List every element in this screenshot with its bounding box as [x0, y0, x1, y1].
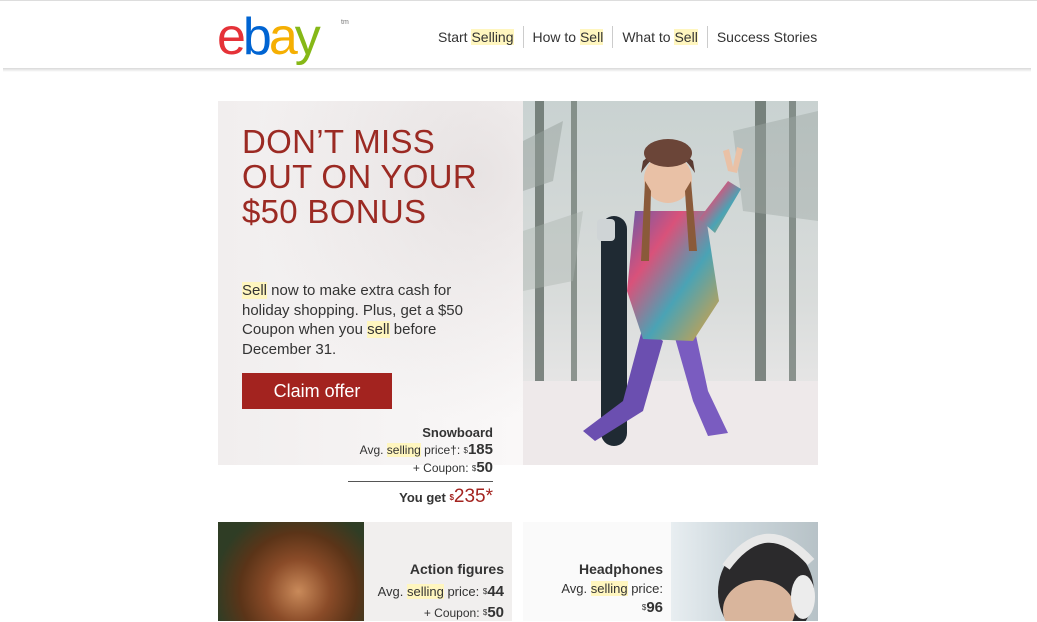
card-avg-price: Avg. selling price: $44: [218, 583, 504, 601]
card-avg-price: Avg. selling price:: [523, 580, 663, 598]
avg-highlight: selling: [406, 584, 444, 599]
card-title: Action figures: [409, 561, 504, 577]
card-title: Headphones: [578, 561, 663, 577]
hero-headline: DON’T MISS OUT ON YOUR $50 BONUS: [242, 123, 477, 230]
card-avg-value: $96: [523, 599, 663, 617]
coupon-value: 50: [476, 459, 493, 476]
coupon-label: + Coupon:: [423, 606, 483, 620]
avg-highlight: selling: [590, 581, 628, 596]
avg-prefix: Avg.: [359, 443, 387, 457]
nav-label: Success Stories: [716, 29, 818, 45]
email-header: ebay tm Start Selling How to Sell What t…: [0, 0, 1037, 70]
top-nav: Start Selling How to Sell What to Sell S…: [429, 26, 826, 48]
nav-start-selling[interactable]: Start Selling: [429, 26, 523, 48]
price-divider: [348, 481, 493, 482]
nav-how-to-sell[interactable]: How to Sell: [522, 26, 613, 48]
avg-prefix: Avg.: [561, 581, 591, 596]
nav-label: How to: [532, 29, 580, 45]
avg-suffix: price:: [443, 584, 483, 599]
avg-suffix: price†:: [420, 443, 464, 457]
logo-letter-a: a: [268, 8, 298, 66]
nav-highlight: Sell: [579, 29, 604, 45]
avg-value: 44: [487, 583, 504, 600]
avg-prefix: Avg.: [377, 584, 407, 599]
nav-highlight: Selling: [471, 29, 514, 45]
logo-letter-e: e: [217, 8, 246, 66]
you-get-line: You get $235*: [318, 486, 493, 509]
header-divider: [3, 68, 1031, 72]
hero-body-highlight-2: sell: [367, 321, 390, 338]
logo-trademark: tm: [341, 19, 349, 26]
nav-highlight: Sell: [674, 29, 698, 45]
you-get-label: You get: [399, 490, 450, 505]
card-coupon: + Coupon: $50: [218, 604, 504, 622]
snowboard-price-block: Snowboard Avg. selling price†: $185 + Co…: [318, 424, 493, 509]
headphones-person-image: [671, 522, 818, 621]
asterisk: *: [485, 486, 493, 507]
nav-label: Start: [438, 29, 472, 45]
price-item-title: Snowboard: [422, 425, 493, 440]
dollar-sign: $: [471, 464, 477, 473]
hero-body-highlight-1: Sell: [242, 282, 268, 299]
you-get-value: 235: [453, 486, 486, 507]
avg-value: 185: [467, 441, 493, 458]
coupon-label: + Coupon:: [412, 461, 472, 475]
avg-suffix: price:: [627, 581, 663, 596]
dollar-sign: $: [449, 493, 454, 502]
avg-highlight: selling: [386, 443, 421, 457]
hero-body-text: Sell now to make extra cash for holiday …: [242, 281, 492, 359]
hero-snowboarder-image: [523, 101, 818, 465]
coupon-line: + Coupon: $50: [318, 459, 493, 477]
avg-selling-price: Avg. selling price†: $185: [318, 441, 493, 459]
ebay-logo[interactable]: ebay tm: [217, 8, 349, 66]
headphones-illustration: [718, 533, 815, 621]
snowy-forest-illustration: [523, 101, 818, 465]
nav-label: What to: [622, 29, 675, 45]
logo-letter-y: y: [294, 8, 321, 66]
coupon-value: 50: [487, 604, 504, 621]
avg-value: 96: [646, 599, 663, 616]
logo-letter-b: b: [242, 8, 272, 66]
claim-offer-button[interactable]: Claim offer: [242, 373, 392, 409]
nav-what-to-sell[interactable]: What to Sell: [612, 26, 707, 48]
dollar-sign: $: [463, 446, 468, 455]
nav-success-stories[interactable]: Success Stories: [706, 26, 826, 48]
